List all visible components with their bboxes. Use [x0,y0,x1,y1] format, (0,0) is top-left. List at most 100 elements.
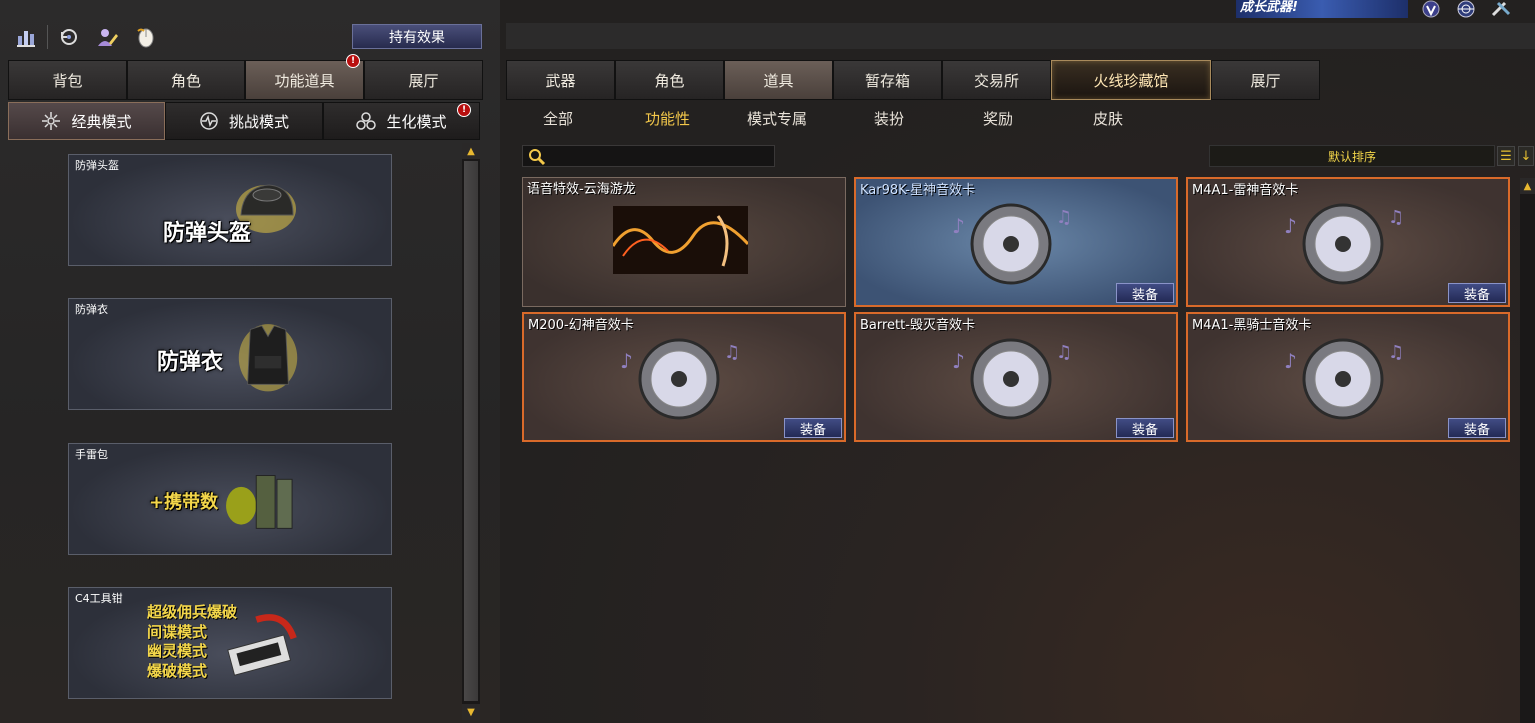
item-title: 防弹衣 [75,303,108,316]
growth-weapon-banner[interactable]: 成长武器! [1236,0,1408,18]
tab-label: 交易所 [973,71,1019,90]
music-disc-icon: ♪ ♫ [620,338,740,420]
tab-showroom[interactable]: 展厅 [1211,60,1320,100]
music-disc-icon: ♪ ♫ [952,338,1072,420]
character-edit-icon[interactable] [95,25,119,49]
tab-showroom[interactable]: 展厅 [364,60,483,100]
item-title: 防弹头盔 [75,159,119,172]
equip-button[interactable]: 装备 [1116,283,1174,303]
svg-text:♪: ♪ [1284,214,1297,238]
hold-effect-button[interactable]: 持有效果 [352,24,482,49]
list-view-icon[interactable]: ☰ [1497,146,1515,166]
subtab-mode-exclusive[interactable]: 模式专属 [747,108,807,129]
right-scrollbar[interactable]: ▲ [1520,178,1535,723]
tab-label: 暂存箱 [864,71,910,90]
svg-text:♪: ♪ [1284,349,1297,373]
tab-label: 展厅 [1250,71,1281,90]
equip-button[interactable]: 装备 [784,418,842,438]
item-card-barrett-sound[interactable]: Barrett-毁灭音效卡 ♪ ♫ 装备 [854,312,1178,442]
mode-classic[interactable]: 经典模式 [8,102,165,140]
item-card-m200-sound[interactable]: M200-幻神音效卡 ♪ ♫ 装备 [522,312,846,442]
item-caption: 防弹头盔 [163,221,252,246]
refresh-icon[interactable] [57,25,81,49]
item-title: 手雷包 [75,448,108,461]
subtab-rewards[interactable]: 奖励 [983,108,1013,129]
item-name: M4A1-黑骑士音效卡 [1192,318,1312,333]
equip-button[interactable]: 装备 [1448,283,1506,303]
right-tab-bar: 武器 角色 道具 暂存箱 交易所 火线珍藏馆 展厅 [506,60,1320,100]
item-card-voice-effect[interactable]: 语音特效-云海游龙 [522,177,846,307]
tab-exchange[interactable]: 交易所 [942,60,1051,100]
shield-icon[interactable] [1420,0,1442,18]
item-card-grenade-pack[interactable]: 手雷包 +携带数 [68,443,392,555]
tools-icon[interactable] [1490,0,1512,18]
vest-icon [238,324,298,392]
alert-badge-icon: ! [346,54,360,68]
item-card-m4a1-black-knight-sound[interactable]: M4A1-黑骑士音效卡 ♪ ♫ 装备 [1186,312,1510,442]
item-card-m4a1-thunder-sound[interactable]: M4A1-雷神音效卡 ♪ ♫ 装备 [1186,177,1510,307]
mode-challenge[interactable]: 挑战模式 [165,102,323,140]
scroll-down-icon[interactable]: ▼ [462,704,480,720]
tab-storage[interactable]: 暂存箱 [833,60,942,100]
search-input[interactable] [522,145,775,167]
c4-bomb-icon [227,614,297,676]
left-scrollbar[interactable]: ▲ ▼ [462,143,480,720]
equip-button[interactable]: 装备 [1448,418,1506,438]
item-card-kar98k-sound[interactable]: Kar98K-星神音效卡 ♪ ♫ 装备 [854,177,1178,307]
item-name: M200-幻神音效卡 [528,318,634,333]
tab-character[interactable]: 角色 [615,60,724,100]
music-disc-icon: ♪ ♫ [1284,203,1404,285]
biohazard-icon [356,112,377,130]
crosshair-icon [42,112,61,130]
svg-text:♫: ♫ [1056,207,1072,228]
item-card-vest[interactable]: 防弹衣 防弹衣 [68,298,392,410]
subtab-all[interactable]: 全部 [543,108,573,129]
grenade-icon [226,475,293,529]
mouse-icon[interactable] [133,25,157,49]
equip-button[interactable]: 装备 [1116,418,1174,438]
mode-bar: 经典模式 挑战模式 生化模式 ! [8,102,480,140]
tab-collection-hall[interactable]: 火线珍藏馆 [1051,60,1211,100]
svg-text:♫: ♫ [1056,342,1072,363]
tab-weapons[interactable]: 武器 [506,60,615,100]
tab-label: 功能道具 [274,71,335,90]
mode-label: 生化模式 [386,112,447,131]
tab-label: 角色 [654,71,685,90]
target-icon[interactable] [1455,0,1477,18]
scroll-up-icon[interactable]: ▲ [1520,178,1535,194]
item-card-c4-pliers[interactable]: C4工具钳 超级佣兵爆破 间谍模式 幽灵模式 爆破模式 [68,587,392,699]
top-right-strip [506,23,1535,49]
left-tab-bar: 背包 角色 功能道具 ! 展厅 [8,54,483,100]
search-icon [529,149,546,166]
dragon-voice-icon [613,206,748,274]
svg-text:♫: ♫ [1388,342,1404,363]
svg-text:♫: ♫ [1388,207,1404,228]
tab-label: 道具 [763,71,794,90]
pulse-icon [200,112,218,130]
sort-dropdown[interactable]: 默认排序 [1209,145,1495,167]
subtab-dress-up[interactable]: 装扮 [874,108,904,129]
music-disc-icon: ♪ ♫ [1284,338,1404,420]
ranking-icon[interactable] [14,25,38,49]
scroll-up-icon[interactable]: ▲ [462,143,480,159]
subtab-functional[interactable]: 功能性 [645,108,690,129]
svg-text:♪: ♪ [620,349,633,373]
sort-direction-icon[interactable]: ↓ [1518,146,1534,166]
tab-label: 展厅 [408,71,439,90]
mode-biohazard[interactable]: 生化模式 ! [323,102,480,140]
tab-function-items[interactable]: 功能道具 ! [245,54,364,100]
item-name: Kar98K-星神音效卡 [860,183,976,198]
item-card-helmet[interactable]: 防弹头盔 防弹头盔 [68,154,392,266]
svg-text:♪: ♪ [952,349,965,373]
svg-text:♫: ♫ [724,342,740,363]
tab-backpack[interactable]: 背包 [8,60,127,100]
toolbar-divider [47,25,48,49]
subtab-skins[interactable]: 皮肤 [1093,108,1123,129]
scroll-thumb[interactable] [464,161,478,701]
tab-items[interactable]: 道具 [724,60,833,100]
alert-badge-icon: ! [457,103,471,117]
item-caption: +携带数 [149,492,219,513]
tab-character[interactable]: 角色 [127,60,245,100]
svg-text:♪: ♪ [952,214,965,238]
mode-label: 经典模式 [71,112,132,131]
